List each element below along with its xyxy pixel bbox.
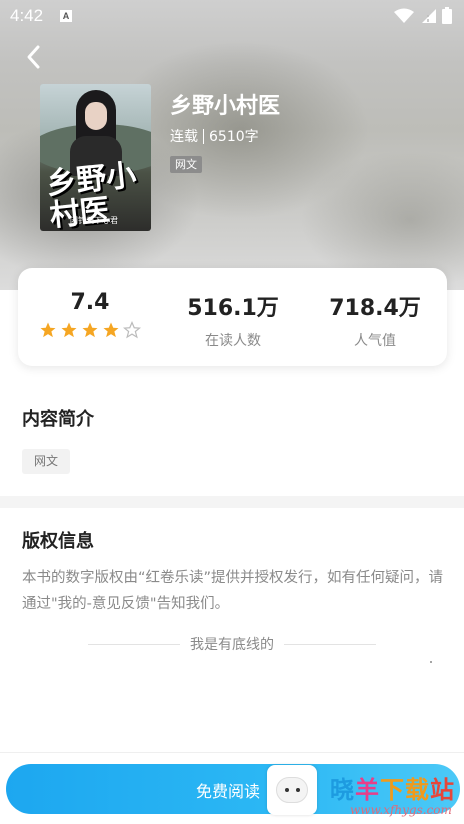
end-of-list: 我是有底线的 — [0, 634, 464, 654]
star-filled-icon — [40, 322, 56, 338]
end-of-list-text: 我是有底线的 — [190, 637, 274, 653]
star-filled-icon — [61, 322, 77, 338]
rating-stars — [25, 321, 155, 339]
book-word-count: 6510字 — [209, 129, 259, 145]
meta-separator — [203, 128, 204, 144]
watermark-logo — [267, 765, 317, 815]
watermark-url: www.xfhygs.com — [350, 803, 452, 817]
intro-title: 内容简介 — [22, 409, 94, 430]
sheep-eye — [285, 788, 289, 792]
stats-card: 7.4 516.1万 在读人数 718.4万 人气值 — [18, 268, 447, 366]
free-read-label: 免费阅读 — [196, 782, 261, 801]
section-divider — [0, 496, 464, 508]
status-icons — [394, 7, 452, 24]
popularity-value: 718.4万 — [329, 296, 421, 321]
back-button[interactable] — [20, 42, 48, 72]
genre-chip[interactable]: 网文 — [22, 449, 71, 474]
watermark-title: 晓羊下载站 — [330, 770, 455, 805]
book-cover: 乡野小村医 闲钓天下心君 — [40, 84, 151, 231]
wifi-icon — [394, 8, 414, 23]
star-empty-icon — [123, 321, 141, 339]
readers-stat: 516.1万 在读人数 — [168, 290, 298, 350]
readers-label: 在读人数 — [205, 333, 261, 349]
rating-value: 7.4 — [70, 290, 110, 315]
watermark-char: 晓 — [330, 776, 355, 804]
copyright-text: 本书的数字版权由“红卷乐读”提供并授权发行，如有任何疑问，请通过"我的-意见反馈… — [22, 570, 444, 612]
decorative-dot — [430, 661, 432, 663]
divider-line — [88, 643, 180, 645]
watermark-char: 下载 — [380, 776, 430, 804]
book-tag: 网文 — [170, 156, 202, 173]
chevron-left-icon — [27, 45, 40, 69]
book-meta: 连载 6510字 — [170, 126, 259, 146]
cover-character-face — [85, 102, 107, 130]
watermark-char: 站 — [430, 776, 455, 804]
copyright-title: 版权信息 — [22, 531, 94, 552]
signal-icon — [422, 8, 436, 23]
sheep-eye — [296, 788, 300, 792]
notification-badge: A — [60, 10, 72, 22]
star-filled-icon — [82, 322, 98, 338]
book-title: 乡野小村医 — [170, 94, 281, 119]
sheep-face-icon — [276, 777, 308, 803]
battery-icon — [442, 7, 452, 24]
divider-line — [284, 643, 376, 645]
cover-author: 闲钓天下心君 — [70, 216, 118, 225]
popularity-stat: 718.4万 人气值 — [310, 290, 440, 350]
watermark-char: 羊 — [355, 776, 380, 804]
status-bar: 4:42 A — [0, 0, 464, 32]
book-status: 连载 — [170, 129, 198, 145]
readers-value: 516.1万 — [187, 296, 279, 321]
rating-stat: 7.4 — [25, 290, 155, 339]
star-filled-icon — [103, 322, 119, 338]
status-time: 4:42 — [10, 6, 44, 25]
popularity-label: 人气值 — [354, 333, 396, 349]
